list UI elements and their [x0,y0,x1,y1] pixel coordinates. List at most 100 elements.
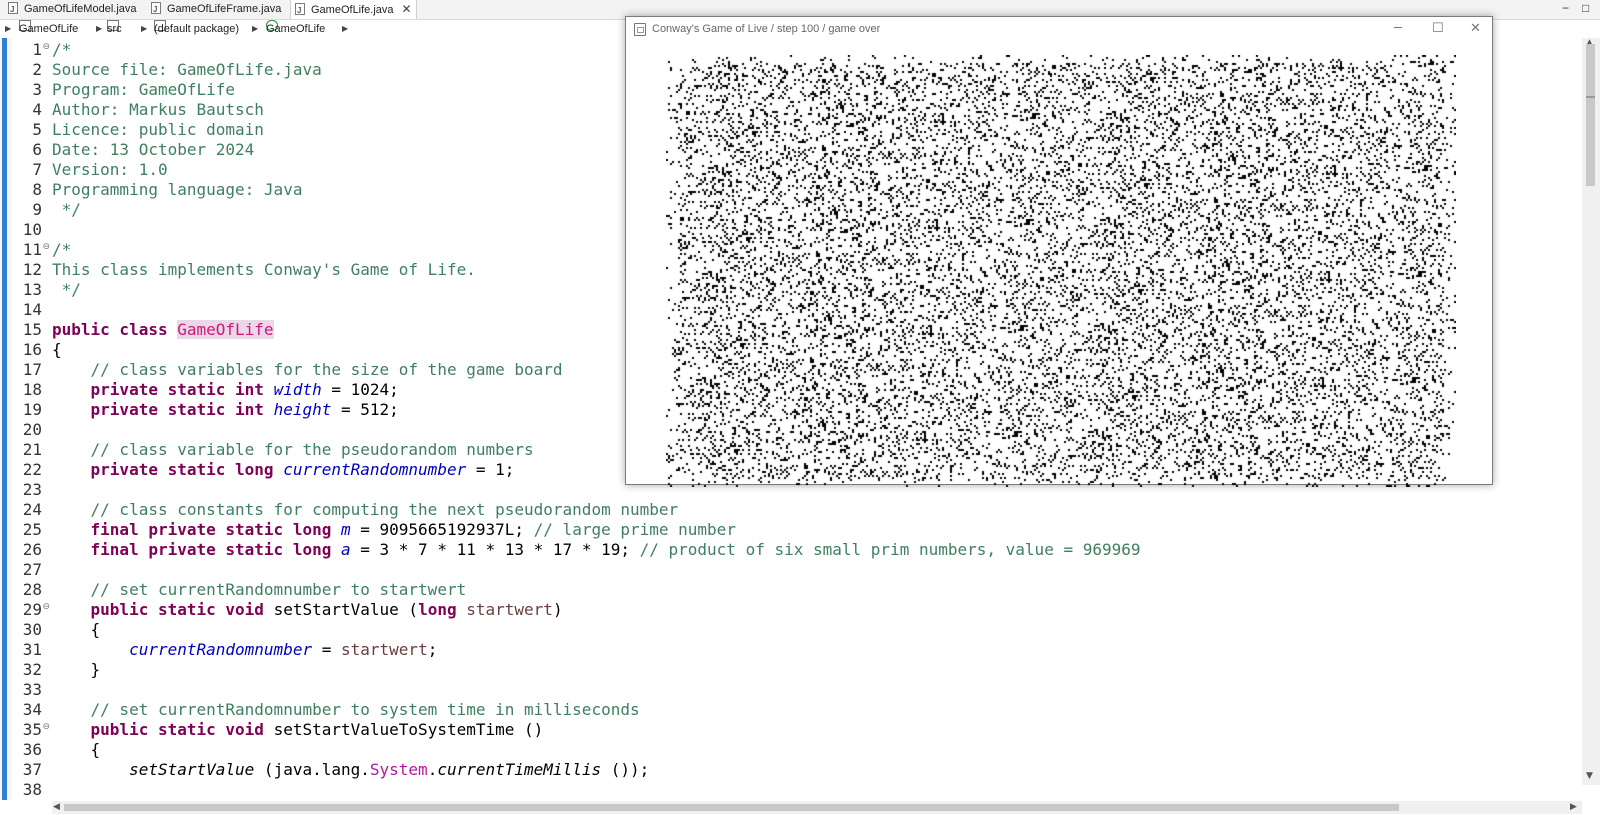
code-token: Author: Markus Bautsch [52,100,264,119]
code-line: // class constants for computing the nex… [52,500,679,520]
code-token: height [273,400,332,419]
line-number: 4 [32,100,42,119]
code-line: /* [52,40,71,60]
code-token: // set currentRandomnumber to startwert [52,580,467,599]
game-of-life-window[interactable]: Conway's Game of Live / step 100 / game … [625,16,1493,487]
game-window-title: Conway's Game of Live / step 100 / game … [652,23,881,35]
line-number: 6 [32,140,42,159]
code-token: public static void [52,720,274,739]
code-token: Programming language: Java [52,180,303,199]
line-number: 11 [22,240,42,259]
code-token: // set currentRandomnumber to system tim… [52,700,640,719]
code-token: long [418,600,467,619]
code-token: Source file: GameOfLife.java [52,60,322,79]
scroll-down-icon[interactable]: ▼ [1586,771,1593,781]
code-token: (java.lang. [254,760,370,779]
vertical-scrollbar[interactable]: ▲ ▼ [1582,38,1600,785]
line-number: 23 [22,480,42,499]
code-line: */ [52,200,81,220]
code-line: Licence: public domain [52,120,264,140]
code-token: currentRandomnumber [283,460,467,479]
tab-gameoflifeframe[interactable]: GameOfLifeFrame.java [151,0,281,19]
line-number: 20 [22,420,42,439]
code-token: . [427,760,438,779]
code-line: final private static long m = 9095665192… [52,520,736,540]
code-token: { [52,740,101,759]
code-line: private static long currentRandomnumber … [52,460,515,480]
code-line: private static int width = 1024; [52,380,399,400]
code-line: final private static long a = 3 * 7 * 11… [52,540,1141,560]
code-line: public static void setStartValue (long s… [52,600,563,620]
tab-gameoflife[interactable]: GameOfLife.java✕ [290,0,417,20]
line-number: 18 [22,380,42,399]
code-token: System [369,760,428,779]
line-number: 3 [32,80,42,99]
maximize-button[interactable]: ☐ [1432,17,1444,41]
code-line: Date: 13 October 2024 [52,140,254,160]
code-line: { [52,740,101,760]
scroll-left-icon[interactable]: ◀ [53,802,60,812]
code-token: = 9095665192937L; [350,520,534,539]
code-line: private static int height = 512; [52,400,399,420]
code-line: // set currentRandomnumber to system tim… [52,700,640,720]
line-number: 33 [22,680,42,699]
horizontal-scrollbar[interactable]: ◀ ▶ [52,801,1582,814]
line-number: 8 [32,180,42,199]
line-number: 13 [22,280,42,299]
line-number: 9 [32,200,42,219]
code-token: currentTimeMillis [437,760,602,779]
line-number: 21 [22,440,42,459]
code-token: Program: GameOfLife [52,80,236,99]
line-number: 24 [22,500,42,519]
code-token: */ [52,200,81,219]
tab-gameoflifemodel[interactable]: GameOfLifeModel.java [8,0,137,19]
line-number: 38 [22,780,42,799]
code-token: Licence: public domain [52,120,264,139]
fold-toggle-icon[interactable]: ⊖ [42,717,50,737]
chevron-right-icon: ▶ [5,24,12,33]
code-token: { [52,620,101,639]
line-number: 30 [22,620,42,639]
code-line: { [52,620,101,640]
vertical-scroll-thumb[interactable] [1586,44,1595,186]
line-number: 7 [32,160,42,179]
maximize-editor-button[interactable]: □ [1582,0,1589,16]
fold-toggle-icon[interactable]: ⊖ [42,37,50,57]
close-button[interactable]: ✕ [1470,17,1481,41]
java-app-icon [634,23,646,36]
code-token: a [340,540,351,559]
code-token: setStartValueToSystemTime () [273,720,544,739]
code-token: width [273,380,322,399]
minimize-button[interactable]: ─ [1394,17,1402,41]
chevron-right-icon: ▶ [141,24,148,33]
code-token: } [52,780,101,783]
code-line: setStartValue (java.lang.System.currentT… [52,760,649,780]
scroll-right-icon[interactable]: ▶ [1570,802,1577,812]
horizontal-scroll-thumb[interactable] [64,804,1399,811]
line-number: 10 [22,220,42,239]
code-token: // class variables for the size of the g… [52,360,563,379]
game-window-titlebar[interactable]: Conway's Game of Live / step 100 / game … [626,17,1492,41]
game-board-canvas [666,55,1456,487]
close-tab-icon[interactable]: ✕ [402,2,412,16]
code-line: public static void setStartValueToSystem… [52,720,544,740]
java-file-icon [8,0,18,19]
code-token: = 1; [466,460,515,479]
code-token: setStartValue [129,760,255,779]
code-line: { [52,340,62,360]
code-token: ; [427,640,438,659]
line-number: 12 [22,260,42,279]
code-token: startwert [341,640,428,659]
fold-toggle-icon[interactable]: ⊖ [42,597,50,617]
code-token: // class constants for computing the nex… [52,500,679,519]
code-token: final private static long [52,520,341,539]
code-token: private static int [52,400,274,419]
line-number: 16 [22,340,42,359]
code-token: public class [52,320,178,339]
fold-toggle-icon[interactable]: ⊖ [42,237,50,257]
line-number: 31 [22,640,42,659]
code-token: // large prime number [533,520,736,539]
minimize-editor-button[interactable]: − [1562,0,1569,16]
code-token: { [52,340,62,359]
